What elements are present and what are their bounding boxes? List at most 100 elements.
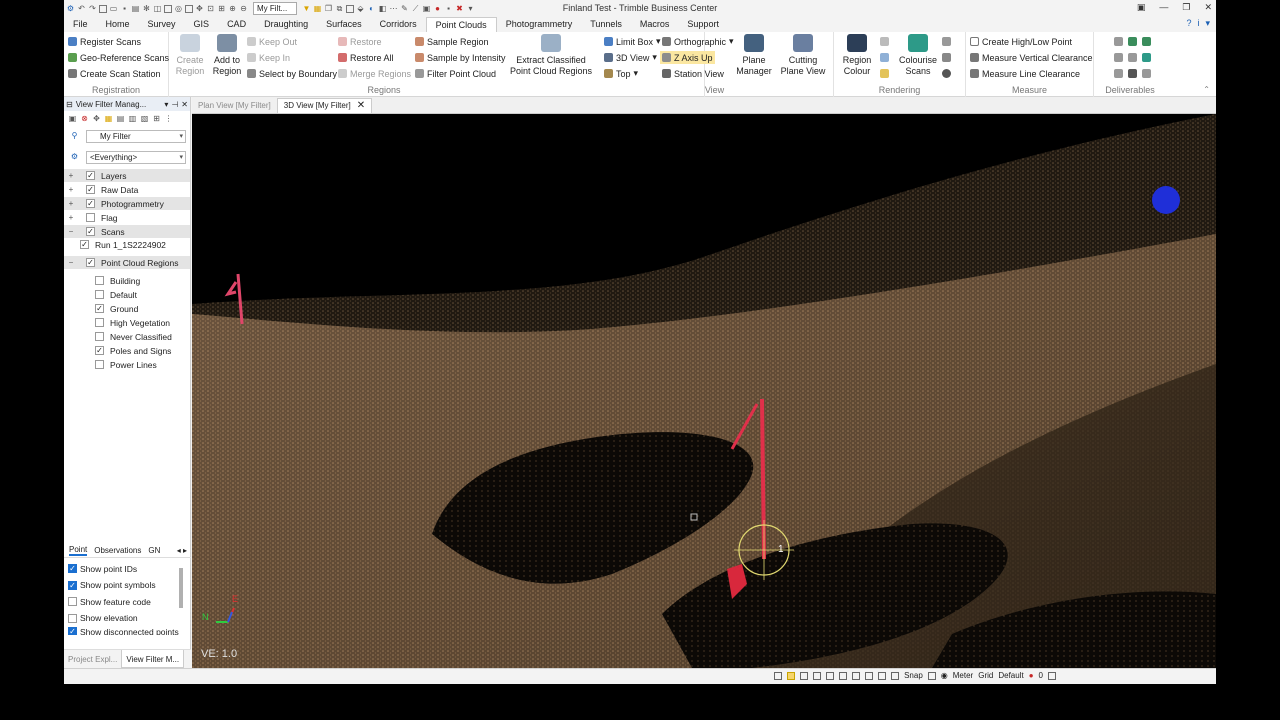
- units-label[interactable]: Meter: [953, 671, 973, 680]
- panel-autohide-icon[interactable]: ⊣: [171, 100, 178, 109]
- expand-icon[interactable]: +: [66, 199, 76, 208]
- cancel-icon[interactable]: ✖: [455, 4, 464, 13]
- tab-photogrammetry[interactable]: Photogrammetry: [497, 17, 582, 32]
- plane-manager-button[interactable]: Plane Manager: [732, 34, 776, 77]
- pcr-checkbox[interactable]: ✓: [86, 258, 95, 267]
- view-filter-combo[interactable]: My Filt...: [253, 2, 297, 15]
- error-count[interactable]: 0: [1039, 671, 1043, 680]
- everything-select[interactable]: <Everything> ▾: [86, 151, 186, 164]
- restore-button[interactable]: Restore: [338, 35, 382, 48]
- collapse-icon[interactable]: −: [66, 258, 76, 267]
- cutting-plane-view-button[interactable]: Cutting Plane View: [778, 34, 828, 77]
- tree-checkbox[interactable]: ✓: [86, 227, 95, 236]
- notifications-icon[interactable]: [1048, 671, 1056, 680]
- grid-export-icon[interactable]: [1128, 37, 1137, 46]
- save-icon[interactable]: ▪: [120, 4, 129, 13]
- delete-filter-icon[interactable]: ⊗: [80, 114, 89, 123]
- view-mode-icon[interactable]: [826, 671, 835, 680]
- option-checkbox[interactable]: ✓: [68, 580, 77, 590]
- pin-icon[interactable]: ⊟: [66, 100, 73, 109]
- ortho-icon[interactable]: [1142, 69, 1151, 78]
- settings-icon[interactable]: ✻: [142, 4, 151, 13]
- region-item-building[interactable]: Building: [95, 274, 140, 287]
- filter-settings-icon[interactable]: ▥: [128, 114, 137, 123]
- mesh-icon[interactable]: [1142, 53, 1151, 62]
- render-option-3[interactable]: [880, 67, 889, 80]
- expand-icon[interactable]: +: [66, 213, 76, 222]
- region-checkbox[interactable]: [95, 290, 104, 299]
- select-mode-icon[interactable]: [774, 671, 783, 680]
- option-show-elevation[interactable]: Show elevation: [68, 611, 138, 626]
- properties-tab-gn[interactable]: GN: [148, 546, 160, 555]
- options-scrollbar[interactable]: [179, 568, 183, 608]
- create-scan-station-button[interactable]: Create Scan Station: [68, 67, 161, 80]
- filter-point-cloud-button[interactable]: Filter Point Cloud: [415, 67, 496, 80]
- minimize-button[interactable]: —: [1159, 2, 1168, 13]
- report-icon[interactable]: [1114, 53, 1123, 62]
- filter-icon[interactable]: ▼: [302, 4, 311, 13]
- profile-icon[interactable]: [1128, 53, 1137, 62]
- render-option-1[interactable]: [880, 35, 889, 48]
- region-item-power-lines[interactable]: Power Lines: [95, 358, 157, 371]
- snap-toggle[interactable]: Snap: [904, 671, 923, 680]
- paint-icon[interactable]: ⬙: [356, 4, 365, 13]
- option-checkbox[interactable]: ✓: [68, 564, 77, 573]
- expand-icon[interactable]: −: [66, 227, 76, 236]
- tree-item-raw-data[interactable]: + ✓ Raw Data: [64, 183, 190, 196]
- orthographic-button[interactable]: Orthographic ▾: [662, 35, 734, 48]
- record-icon[interactable]: ●: [433, 4, 442, 13]
- region-item-default[interactable]: Default: [95, 288, 137, 301]
- maximize-button[interactable]: ❐: [1182, 2, 1190, 13]
- tree-item-photogrammetry[interactable]: + ✓ Photogrammetry: [64, 197, 190, 210]
- copy-icon[interactable]: ❐: [324, 4, 333, 13]
- register-scans-button[interactable]: Register Scans: [68, 35, 141, 48]
- highlight-icon[interactable]: ▦: [313, 4, 322, 13]
- tree-checkbox[interactable]: ✓: [86, 199, 95, 208]
- more-tools-icon[interactable]: ⋯: [389, 4, 398, 13]
- close-button[interactable]: ✕: [1204, 2, 1212, 13]
- panel-close-icon[interactable]: ✕: [181, 100, 188, 109]
- pan-icon[interactable]: ✥: [195, 4, 204, 13]
- redo-icon[interactable]: ↷: [88, 4, 97, 13]
- render-option-2[interactable]: [880, 51, 889, 64]
- point-size-button[interactable]: [942, 35, 951, 48]
- keep-out-button[interactable]: Keep Out: [247, 35, 297, 48]
- ortho-mode-icon[interactable]: [865, 671, 874, 680]
- snap-options-icon[interactable]: [927, 671, 936, 680]
- options-icon[interactable]: ▾: [1205, 18, 1210, 29]
- image-icon[interactable]: [1128, 69, 1137, 78]
- sample-by-intensity-button[interactable]: Sample by Intensity: [415, 51, 506, 64]
- tab-tunnels[interactable]: Tunnels: [581, 17, 631, 32]
- view-icon[interactable]: [185, 4, 193, 13]
- tab-support[interactable]: Support: [678, 17, 728, 32]
- info-icon[interactable]: i: [1197, 18, 1199, 29]
- new-filter-icon[interactable]: ▣: [68, 114, 77, 123]
- limit-box-button[interactable]: Limit Box ▾: [604, 35, 661, 48]
- option-show-disconnected-points[interactable]: ✓ Show disconnected points: [68, 627, 179, 635]
- zoom-mode-icon[interactable]: [800, 671, 809, 680]
- tab-3d-view[interactable]: 3D View [My Filter] ✕: [276, 97, 373, 113]
- create-region-button[interactable]: Create Region: [173, 34, 207, 77]
- create-high-low-point-button[interactable]: Create High/Low Point: [970, 35, 1072, 48]
- option-checkbox[interactable]: ✓: [68, 627, 77, 635]
- properties-tab-point[interactable]: Point: [69, 545, 88, 556]
- restore-ribbon-icon[interactable]: ▣: [1137, 2, 1146, 13]
- region-item-high-vegetation[interactable]: High Vegetation: [95, 316, 170, 329]
- option-show-feature-code[interactable]: Show feature code: [68, 594, 151, 609]
- stop-icon[interactable]: ▪: [444, 4, 453, 13]
- frame-icon[interactable]: [346, 4, 354, 13]
- tree-item-run[interactable]: ✓ Run 1_1S2224902: [80, 238, 166, 251]
- surface-export-icon[interactable]: [1142, 37, 1151, 46]
- tab-plan-view[interactable]: Plan View [My Filter]: [192, 98, 277, 113]
- tab-surfaces[interactable]: Surfaces: [317, 17, 371, 32]
- default-layer[interactable]: Default: [998, 671, 1023, 680]
- tab-survey[interactable]: Survey: [139, 17, 185, 32]
- 3d-viewport[interactable]: 1 N E VE: 1.0: [192, 114, 1216, 668]
- tab-gis[interactable]: GIS: [185, 17, 219, 32]
- select-icon[interactable]: [164, 4, 172, 13]
- help-icon[interactable]: ?: [1186, 18, 1191, 29]
- extract-classified-button[interactable]: Extract Classified Point Cloud Regions: [507, 34, 595, 77]
- video-icon[interactable]: ▣: [422, 4, 431, 13]
- tree-item-layers[interactable]: + ✓ Layers: [64, 169, 190, 182]
- filter-select[interactable]: My Filter ▾: [86, 130, 186, 143]
